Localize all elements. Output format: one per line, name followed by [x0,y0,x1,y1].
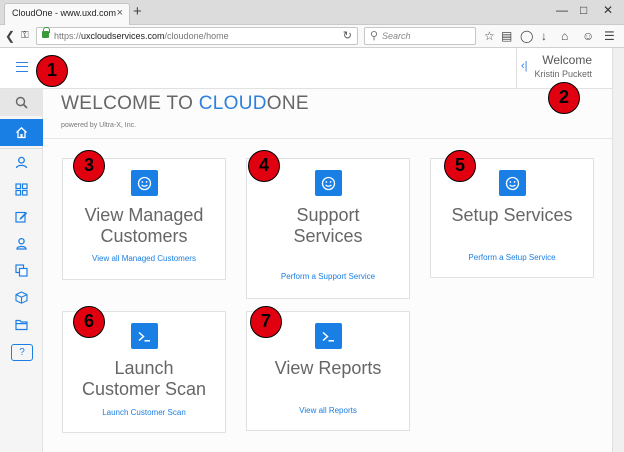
callout-badge-7: 7 [250,306,282,338]
sidebar-item-copy[interactable] [0,257,43,284]
card-title: View Reports [274,358,382,378]
edit-icon [15,211,28,223]
scrollbar[interactable] [612,48,624,452]
reading-list-icon[interactable]: ▤ [501,28,512,44]
new-tab-icon[interactable]: + [133,3,142,20]
emoji-icon[interactable]: ☺ [582,28,594,44]
key-icon[interactable]: ⚿ [21,28,29,44]
callout-badge-5: 5 [444,150,476,182]
grid-icon [15,183,28,196]
smiley-icon [131,170,158,196]
copy-icon [15,264,28,277]
pocket-icon[interactable]: ◯ [520,28,533,44]
menu-icon[interactable]: ☰ [604,28,615,44]
page-title: WELCOME TO CLOUDONE [61,93,309,114]
sidebar-item-packages[interactable] [0,284,43,311]
collapse-chevron-icon[interactable]: ‹| [521,60,528,72]
card-title: Support Services [293,205,363,246]
launch-customer-scan-link[interactable]: Launch Customer Scan [63,408,225,417]
view-all-reports-link[interactable]: View all Reports [247,406,409,415]
user-name: Kristin Puckett [534,69,592,79]
card-title: Launch Customer Scan [81,358,207,399]
sidebar: ? [0,89,43,452]
download-icon[interactable]: ↓ [541,28,547,44]
main-content: WELCOME TO CLOUDONE powered by Ultra-X, … [43,89,612,452]
tab-close-icon[interactable]: × [117,7,123,19]
browser-titlebar: CloudOne - www.uxd.com × + — □ ✕ [0,0,624,25]
title-divider [43,138,612,139]
callout-badge-3: 3 [73,150,105,182]
perform-support-service-link[interactable]: Perform a Support Service [247,272,409,281]
bookmark-star-icon[interactable]: ☆ [484,28,495,44]
callout-badge-6: 6 [73,306,105,338]
browser-tab[interactable]: CloudOne - www.uxd.com × [4,3,130,25]
terminal-icon [315,323,342,349]
cube-icon [15,291,28,304]
callout-badge-4: 4 [248,150,280,182]
user-icon [15,156,28,169]
sidebar-item-dashboard[interactable] [0,176,43,203]
home-icon[interactable]: ⌂ [561,28,568,44]
smiley-icon [499,170,526,196]
search-placeholder: Search [382,31,411,41]
sidebar-item-user[interactable] [0,149,43,176]
card-title: Setup Services [451,205,573,225]
search-icon [15,96,28,109]
home-icon [16,126,27,139]
close-window-icon[interactable]: ✕ [603,3,613,17]
powered-by: powered by Ultra-X, Inc. [61,122,137,129]
search-icon: ⚲ [370,30,379,42]
callout-badge-2: 2 [548,82,580,114]
maximize-icon[interactable]: □ [580,3,587,17]
browser-navbar: ❮ ⚿ https://uxcloudservices.com/cloudone… [0,25,624,48]
sidebar-item-search[interactable] [0,89,43,116]
sidebar-item-contacts[interactable] [0,230,43,257]
address-bar[interactable]: https://uxcloudservices.com/cloudone/hom… [36,27,358,45]
sidebar-item-home[interactable] [0,119,43,146]
search-bar[interactable]: ⚲ Search [364,27,476,45]
app-header: ‹| Welcome Kristin Puckett [0,48,612,89]
minimize-icon[interactable]: — [556,3,568,17]
sidebar-item-folders[interactable] [0,311,43,338]
sidebar-item-edit[interactable] [0,203,43,230]
welcome-label: Welcome [542,53,592,67]
smiley-icon [315,170,342,196]
card-title: View Managed Customers [84,205,204,246]
reload-icon[interactable]: ↻ [343,29,352,42]
url-text[interactable]: https://uxcloudservices.com/cloudone/hom… [54,31,229,41]
view-managed-customers-link[interactable]: View all Managed Customers [63,254,225,263]
perform-setup-service-link[interactable]: Perform a Setup Service [431,253,593,262]
contact-icon [16,237,27,250]
hamburger-menu-icon[interactable] [16,62,28,72]
back-icon[interactable]: ❮ [5,28,15,44]
tab-title: CloudOne - www.uxd.com [12,8,117,18]
terminal-icon [131,323,158,349]
help-button[interactable]: ? [11,344,33,361]
lock-icon [42,27,50,38]
callout-badge-1: 1 [36,55,68,87]
folder-icon [15,319,28,331]
